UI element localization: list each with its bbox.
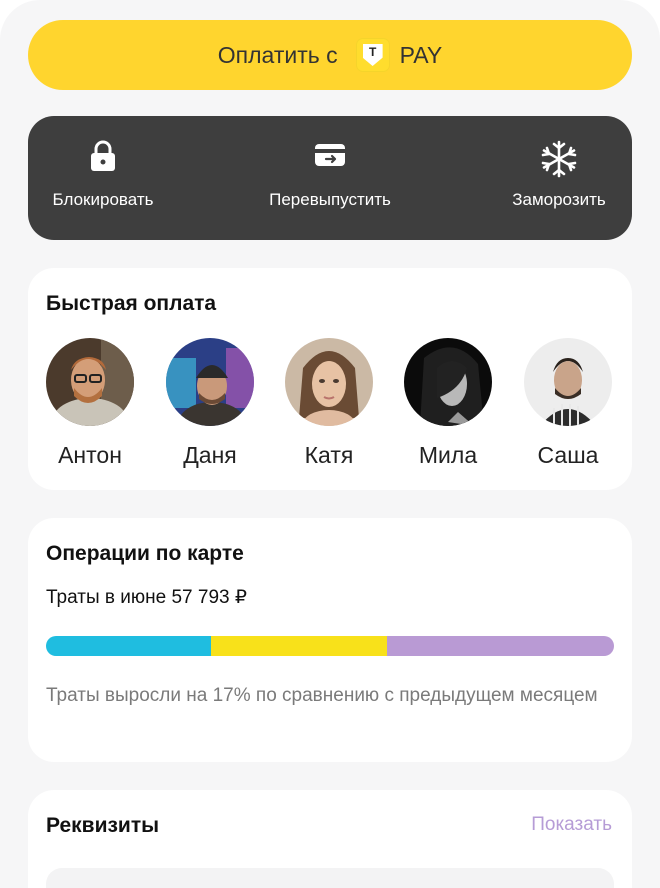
contact-katya[interactable]: Катя xyxy=(279,338,379,469)
spending-note: Траты выросли на 17% по сравнению с пред… xyxy=(46,685,598,706)
reissue-card-button[interactable]: Перевыпустить xyxy=(250,116,410,240)
contact-sasha[interactable]: Саша xyxy=(518,338,618,469)
monthly-spending: Траты в июне 57 793 ₽ xyxy=(46,587,247,608)
pay-button-label: Оплатить с xyxy=(217,41,338,68)
pay-button[interactable]: Оплатить с T PAY xyxy=(28,20,632,90)
requisites-title: Реквизиты xyxy=(46,814,160,837)
freeze-card-label: Заморозить xyxy=(512,190,606,209)
contact-name: Мила xyxy=(418,442,478,468)
app-screen: Оплатить с T PAY Блокировать Перевыпусти… xyxy=(0,0,660,888)
reissue-card-label: Перевыпустить xyxy=(269,190,391,209)
card-actions-panel: Блокировать Перевыпустить Заморозить xyxy=(28,116,632,240)
lock-icon xyxy=(90,140,116,177)
requisites-field xyxy=(46,868,614,888)
card-operations[interactable]: Операции по карте Траты в июне 57 793 ₽ … xyxy=(28,518,632,762)
avatar xyxy=(404,338,492,426)
snowflake-icon xyxy=(540,140,578,183)
avatar xyxy=(46,338,134,426)
spending-segment-1 xyxy=(46,636,211,656)
contact-name: Саша xyxy=(537,442,599,468)
spending-segment-2 xyxy=(210,636,387,656)
contact-anton[interactable]: Антон xyxy=(40,338,140,469)
freeze-card-button[interactable]: Заморозить xyxy=(494,116,624,240)
operations-title: Операции по карте xyxy=(46,542,244,565)
card-reissue-icon xyxy=(314,140,346,175)
spending-segment-3 xyxy=(386,636,614,656)
avatar xyxy=(285,338,373,426)
pay-text: PAY xyxy=(399,41,443,68)
avatar xyxy=(166,338,254,426)
requisites-card: Реквизиты Показать xyxy=(28,790,632,888)
block-card-label: Блокировать xyxy=(52,190,154,209)
avatar xyxy=(524,338,612,426)
block-card-button[interactable]: Блокировать xyxy=(28,116,178,240)
contact-name: Катя xyxy=(304,442,354,468)
bank-logo-icon: T xyxy=(355,38,390,72)
show-requisites-link[interactable]: Показать xyxy=(531,814,612,836)
quick-pay-title: Быстрая оплата xyxy=(46,292,217,315)
contact-name: Даня xyxy=(183,442,237,468)
contact-name: Антон xyxy=(58,442,122,468)
contact-mila[interactable]: Мила xyxy=(398,338,498,469)
spending-bar xyxy=(46,636,614,656)
contact-danya[interactable]: Даня xyxy=(160,338,260,469)
quick-pay-card: Быстрая оплата Антон Даня Катя Мила Саша xyxy=(28,268,632,490)
